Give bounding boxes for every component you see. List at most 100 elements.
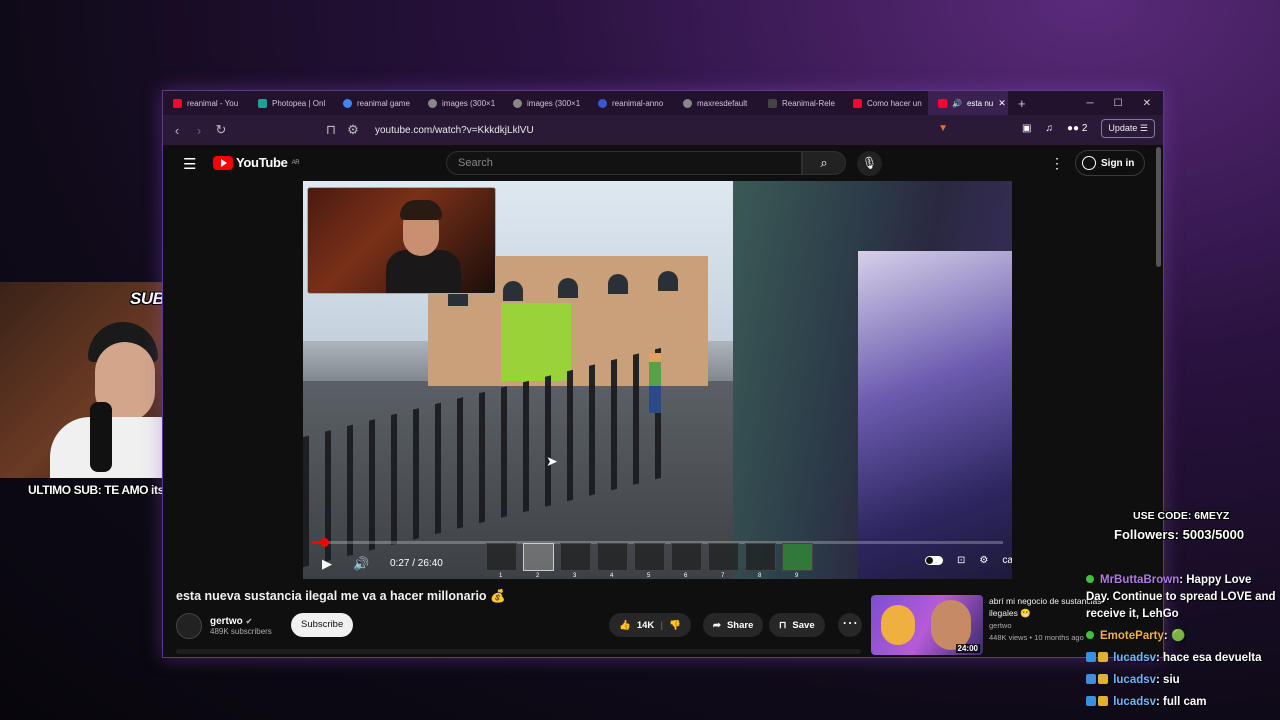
chat-badge-icon [1086,674,1096,684]
youtuber-body [386,250,461,293]
chat-text: : 🟢 [1163,630,1186,642]
hotbar-slot: 8 [745,543,776,579]
brave-shield-icon[interactable]: ▼ [938,123,948,134]
chat-message: lucadsv: siu [1086,672,1276,689]
video-duration: 24:00 [955,644,980,653]
speaker-icon: 🔊 [952,98,962,108]
chat-user: lucadsv [1113,696,1157,708]
tab-favicon-icon [428,98,437,108]
minimize-icon[interactable]: ─ [1087,98,1094,109]
youtube-logo[interactable]: YouTube AR [213,155,300,170]
subtitles-icon[interactable]: ⊡ [957,555,965,566]
save-button[interactable]: ⊓ Save [769,613,825,637]
subscribe-button[interactable]: Subscribe [291,613,354,637]
subscriber-count: 489K subscribers [210,627,272,636]
close-window-icon[interactable]: ✕ [1143,98,1151,109]
tab-label: Reanimal-Rele [782,98,835,108]
music-icon[interactable]: ♫ [1045,123,1053,134]
slot-number: 3 [573,573,577,579]
time-display: 0:27 / 26:40 [390,558,443,569]
active-browser-tab[interactable]: 🔊 esta nu ✕ [928,91,1008,115]
extensions-icon[interactable]: ●● 2 [1067,123,1087,134]
chat-user: lucadsv [1113,674,1157,686]
sidebar-icon[interactable]: ▣ [1022,123,1031,134]
sign-in-label: Sign in [1101,157,1135,169]
browser-tab[interactable]: images (300×1 [503,91,588,115]
settings-gear-icon[interactable]: ⚙ [979,555,988,566]
youtuber-webcam [307,187,496,294]
chat-user: EmoteParty [1100,630,1164,642]
sign-in-button[interactable]: Sign in [1075,150,1146,176]
browser-tab[interactable]: Como hacer un [843,91,928,115]
autoplay-toggle[interactable] [925,556,943,565]
description-box[interactable] [176,649,861,654]
search-button[interactable]: ⌕ [802,151,846,175]
like-count[interactable]: 14K [637,620,654,631]
channel-avatar[interactable] [176,613,202,639]
site-info-icon[interactable]: ⚙ [347,122,359,138]
page-scrollbar[interactable] [1156,147,1161,267]
thumbnail-figure [881,605,915,645]
tab-favicon-icon [683,98,692,108]
stream-chat: MrButtaBrown: Happy Love Day. Continue t… [1086,572,1276,716]
progress-scrubber[interactable] [319,538,329,547]
building-window [608,274,628,294]
player-right-controls: ⊡ ⚙ cam ⛶ [925,555,1012,566]
save-label: Save [792,619,815,631]
share-button[interactable]: ➦ Share [703,613,764,637]
more-options-icon[interactable]: ⋮ [1050,155,1064,172]
play-icon[interactable]: ▶ [322,556,332,572]
close-tab-icon[interactable]: ✕ [998,98,1006,109]
browser-tab[interactable]: reanimal - You [163,91,248,115]
browser-tab[interactable]: reanimal game [333,91,418,115]
forward-icon[interactable]: › [193,123,205,138]
video-title: esta nueva sustancia ilegal me va a hace… [176,589,506,603]
hamburger-menu-icon[interactable]: ☰ [183,155,196,173]
tab-favicon-icon [938,98,947,108]
slot-number: 2 [536,573,540,579]
tab-label: reanimal - You [187,98,239,108]
related-thumbnail[interactable]: 24:00 [871,595,983,655]
related-channel: gertwo [989,621,1012,630]
followers-goal: Followers: 5003/5000 [1114,527,1245,542]
browser-tab[interactable]: Photopea | Onl [248,91,333,115]
address-bar-row: ‹ › ↻ ⊓ ⚙ youtube.com/watch?v=KkkdkjLklV… [163,115,1163,145]
slot-number: 9 [795,573,799,579]
chat-badge-icon [1086,696,1096,706]
update-button[interactable]: Update ☰ [1101,119,1155,138]
youtube-play-icon [213,155,233,170]
voice-search-button[interactable]: 🎙 [857,151,882,176]
hotbar-slot: 6 [671,543,702,579]
chat-text: : hace esa devuelta [1156,652,1262,664]
divider: | [660,619,663,631]
browser-tab[interactable]: reanimal-anno [588,91,673,115]
share-icon: ➦ [713,619,721,631]
game-character [649,353,661,413]
chat-user: lucadsv [1113,652,1157,664]
back-icon[interactable]: ‹ [171,123,183,138]
url-field[interactable]: youtube.com/watch?v=KkkdkjLklVU [375,125,534,136]
reload-icon[interactable]: ↻ [215,122,227,138]
bookmark-icon[interactable]: ⊓ [325,122,337,138]
more-actions-button[interactable]: ⋯ [838,613,862,637]
like-icon[interactable]: 👍 [619,620,631,631]
extensions-count: 2 [1081,123,1088,134]
video-player[interactable]: ➤ ▶ 🔊 0:27 / 26:40 1 2 3 4 5 6 7 8 9 ⊡ ⚙… [303,181,1012,579]
volume-icon[interactable]: 🔊 [353,556,369,572]
new-tab-button[interactable]: + [1008,96,1036,111]
maximize-icon[interactable]: ☐ [1114,98,1123,109]
browser-tab[interactable]: images (300×1 [418,91,503,115]
hotbar-slot: 4 [597,543,628,579]
dislike-icon[interactable]: 👎 [669,620,681,631]
search-icon: ⌕ [820,155,828,170]
tab-label: maxresdefault [697,98,748,108]
tab-label: Photopea | Onl [272,98,326,108]
slot-number: 5 [647,573,651,579]
toolbar-right: ▼ ▣ ♫ ●● 2 Update ☰ [938,119,1155,138]
search-input[interactable]: Search [446,151,802,175]
channel-name[interactable]: gertwo [210,616,243,627]
browser-tab[interactable]: Reanimal-Rele [758,91,843,115]
logo-text: YouTube [236,155,288,170]
browser-tab[interactable]: maxresdefault [673,91,758,115]
crown-icon [1098,674,1108,684]
